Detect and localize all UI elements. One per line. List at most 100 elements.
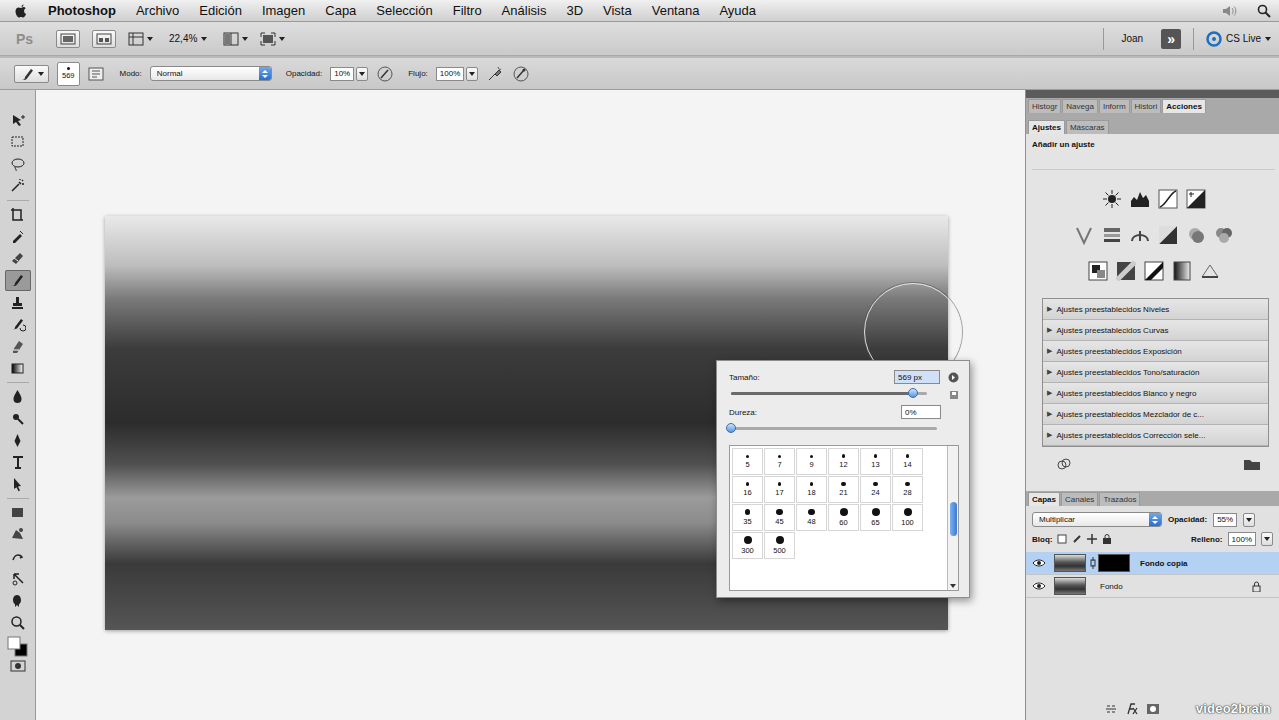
add-mask-icon[interactable]	[1146, 703, 1160, 715]
panel-tab[interactable]: Inform	[1099, 99, 1130, 113]
fill-field[interactable]: 100%	[1228, 532, 1256, 546]
brush-preset[interactable]: 16	[732, 476, 763, 503]
opacity-slider-button[interactable]	[356, 67, 368, 81]
expand-arrow[interactable]: ▶	[1047, 347, 1052, 355]
airbrush-icon[interactable]	[486, 65, 504, 83]
brush-preset[interactable]: 48	[796, 504, 827, 531]
workspace-name[interactable]: Joan	[1116, 33, 1150, 44]
cs-live-label[interactable]: CS Live	[1226, 33, 1261, 44]
expand-arrow[interactable]: ▶	[1047, 305, 1052, 313]
apple-icon[interactable]	[14, 3, 28, 19]
preset-label[interactable]: Ajustes preestablecidos Tono/saturación	[1056, 368, 1199, 377]
zoom-level[interactable]: 22,4%	[165, 33, 211, 44]
adjustment-button[interactable]	[1101, 224, 1123, 246]
menu-arrow-icon[interactable]	[948, 372, 959, 383]
tool-button[interactable]	[5, 270, 31, 291]
adjustment-button[interactable]	[1073, 224, 1095, 246]
screen-mode[interactable]	[260, 32, 285, 46]
layer-opacity-field[interactable]: 55%	[1213, 513, 1237, 527]
panel-tab[interactable]: Histogr	[1028, 99, 1061, 113]
panel-tab[interactable]: Ajustes	[1028, 120, 1065, 134]
brush-preset[interactable]: 100	[892, 504, 923, 531]
slider-track[interactable]	[731, 392, 927, 395]
zoom-value[interactable]: 22,4%	[169, 33, 197, 44]
mode-select[interactable]: Normal	[150, 66, 272, 81]
menu-item[interactable]: Ventana	[652, 3, 700, 18]
layer-name[interactable]: Fondo copia	[1134, 559, 1257, 568]
volume-icon[interactable]	[1221, 4, 1237, 18]
tool-button[interactable]	[5, 292, 31, 313]
brush-panel-icon[interactable]	[88, 66, 104, 82]
slider-thumb[interactable]	[726, 423, 736, 433]
brush-preset[interactable]: 17	[764, 476, 795, 503]
brush-preset[interactable]: 5	[732, 448, 763, 475]
adjustment-button[interactable]	[1129, 224, 1151, 246]
blend-mode-select[interactable]: Multiplicar	[1032, 512, 1162, 527]
adjustment-button[interactable]	[1157, 188, 1179, 210]
tool-button[interactable]	[5, 336, 31, 357]
tool-button[interactable]	[5, 248, 31, 269]
layer-name[interactable]: Fondo	[1094, 582, 1248, 591]
search-icon[interactable]	[1257, 4, 1271, 18]
flow-slider-button[interactable]	[466, 67, 478, 81]
tool-button[interactable]	[5, 176, 31, 197]
tool-button[interactable]	[5, 474, 31, 495]
preset-group[interactable]: ▶Ajustes preestablecidos Corrección sele…	[1043, 425, 1268, 446]
blend-mode-value[interactable]: Multiplicar	[1039, 515, 1075, 524]
menu-item[interactable]: Imagen	[262, 3, 305, 18]
brush-preset[interactable]: 300	[732, 532, 763, 559]
layer-opacity-slider-button[interactable]	[1243, 513, 1255, 527]
visibility-eye-icon[interactable]	[1032, 558, 1046, 568]
brush-preset-picker[interactable]: 569	[57, 62, 80, 86]
bridge-button[interactable]	[56, 30, 80, 48]
adjustment-button[interactable]	[1171, 260, 1193, 282]
tool-button[interactable]	[5, 386, 31, 407]
menu-item[interactable]: Archivo	[136, 3, 179, 18]
adjustment-button[interactable]	[1213, 224, 1235, 246]
brush-preset[interactable]: 65	[860, 504, 891, 531]
brush-preset[interactable]: 12	[828, 448, 859, 475]
size-field[interactable]: 569 px	[894, 370, 940, 384]
brush-preset[interactable]: 500	[764, 532, 795, 559]
brush-preset[interactable]: 13	[860, 448, 891, 475]
tool-button[interactable]	[5, 358, 31, 379]
preset-group[interactable]: ▶Ajustes preestablecidos Blanco y negro	[1043, 383, 1268, 404]
menu-item[interactable]: 3D	[566, 3, 583, 18]
brush-preset[interactable]: 45	[764, 504, 795, 531]
pressure-size-icon[interactable]	[512, 65, 530, 83]
lock-all-icon[interactable]	[1102, 534, 1112, 544]
tool-button[interactable]	[5, 612, 31, 633]
tool-button[interactable]	[5, 154, 31, 175]
tool-button[interactable]	[5, 502, 31, 523]
preset-label[interactable]: Ajustes preestablecidos Niveles	[1056, 305, 1169, 314]
mini-bridge-button[interactable]	[92, 30, 116, 48]
link-layers-icon[interactable]	[1104, 703, 1118, 715]
view-extras[interactable]	[128, 32, 153, 46]
visibility-toggle[interactable]	[1030, 558, 1050, 568]
folder-icon[interactable]	[1243, 457, 1261, 471]
hardness-field[interactable]: 0%	[901, 405, 941, 419]
panel-tab[interactable]: Histori	[1131, 99, 1162, 113]
save-preset-icon[interactable]	[949, 390, 959, 400]
adjustment-button[interactable]	[1087, 260, 1109, 282]
preset-label[interactable]: Ajustes preestablecidos Mezclador de c..…	[1056, 410, 1204, 419]
adjustment-button[interactable]	[1143, 260, 1165, 282]
tool-button[interactable]	[5, 408, 31, 429]
menu-item[interactable]: Selección	[376, 3, 432, 18]
tool-button[interactable]	[5, 452, 31, 473]
preset-group[interactable]: ▶Ajustes preestablecidos Exposición	[1043, 341, 1268, 362]
tool-button[interactable]	[5, 546, 31, 567]
brush-preset[interactable]: 7	[764, 448, 795, 475]
panel-tab[interactable]: Capas	[1028, 492, 1060, 506]
adjustment-button[interactable]	[1115, 260, 1137, 282]
adjustment-button[interactable]	[1185, 188, 1207, 210]
preset-label[interactable]: Ajustes preestablecidos Corrección sele.…	[1056, 431, 1205, 440]
preset-group[interactable]: ▶Ajustes preestablecidos Curvas	[1043, 320, 1268, 341]
fx-icon[interactable]	[1125, 703, 1139, 715]
brush-preset[interactable]: 14	[892, 448, 923, 475]
menu-item[interactable]: Vista	[603, 3, 632, 18]
panel-tab[interactable]: Canales	[1061, 492, 1098, 506]
expand-workspaces-button[interactable]: »	[1161, 29, 1181, 49]
slider-track[interactable]	[731, 427, 937, 430]
brush-preset[interactable]: 35	[732, 504, 763, 531]
